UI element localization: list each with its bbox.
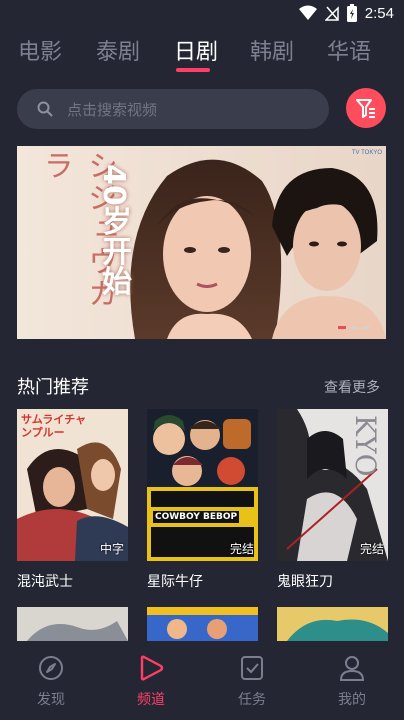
wifi-icon <box>298 5 317 20</box>
poster-title-text: COWBOY BEBOP <box>153 511 240 523</box>
poster-title-text: サムライチャンプルー <box>21 413 87 439</box>
bottom-navigation: 发现 频道 任务 我的 <box>0 641 404 720</box>
status-bar: 2:54 <box>0 0 404 28</box>
poster-image: COWBOY BEBOP 完结 <box>147 409 258 561</box>
battery-charging-icon <box>346 4 357 22</box>
section-title: 热门推荐 <box>17 377 89 398</box>
poster-image <box>277 607 388 641</box>
nav-label: 发现 <box>37 692 65 708</box>
poster-image <box>17 607 128 641</box>
see-more-link[interactable]: 查看更多 <box>324 377 380 397</box>
active-tab-indicator <box>176 68 210 72</box>
pagination-dot <box>338 326 346 329</box>
search-bar[interactable] <box>17 89 329 131</box>
card-title: 星际牛仔 <box>147 574 203 590</box>
nav-label: 我的 <box>338 692 366 708</box>
card-title: 鬼眼狂刀 <box>277 574 333 590</box>
tab-korean-drama[interactable]: 韩剧 <box>250 34 294 66</box>
tab-chinese[interactable]: 华语 <box>327 34 371 66</box>
signal-off-icon <box>324 6 339 21</box>
anime-card-samurai-champloo[interactable]: サムライチャンプルー 中字 混沌武士 <box>17 409 128 591</box>
status-badge: 中字 <box>99 542 124 556</box>
nav-label: 任务 <box>238 692 266 708</box>
status-badge: 完结 <box>229 542 254 556</box>
user-icon <box>339 656 365 681</box>
filter-button[interactable] <box>346 88 386 128</box>
play-icon <box>140 655 164 681</box>
status-time: 2:54 <box>364 4 394 22</box>
pagination-dot <box>350 326 358 329</box>
poster-image: サムライチャンプルー 中字 <box>17 409 128 561</box>
poster-title-text: KYO <box>349 415 382 477</box>
nav-discover[interactable]: 发现 <box>19 655 83 709</box>
nav-label: 频道 <box>137 692 165 708</box>
nav-tasks[interactable]: 任务 <box>220 655 284 709</box>
card-title: 混沌武士 <box>17 574 73 590</box>
featured-banner[interactable]: シジュウカラ 40岁开始 TV TOKYO <box>17 146 386 339</box>
tab-movies[interactable]: 电影 <box>18 34 62 66</box>
anime-card-kyo[interactable]: KYO 完结 鬼眼狂刀 <box>277 409 388 591</box>
poster-image: KYO 完结 <box>277 409 388 561</box>
search-input[interactable] <box>65 89 319 131</box>
nav-profile[interactable]: 我的 <box>320 655 384 709</box>
search-icon <box>37 101 53 117</box>
nav-channel[interactable]: 频道 <box>119 655 183 709</box>
anime-card-partial[interactable] <box>277 607 388 641</box>
pagination-dot <box>362 326 370 329</box>
anime-card-partial[interactable] <box>147 607 258 641</box>
anime-card-partial[interactable] <box>17 607 128 641</box>
filter-icon <box>356 99 375 118</box>
task-check-icon <box>241 656 263 680</box>
banner-pagination <box>338 326 370 329</box>
banner-cn-title: 40岁开始 <box>96 164 131 296</box>
poster-image <box>147 607 258 641</box>
banner-logo: TV TOKYO <box>351 150 382 156</box>
tab-thai-drama[interactable]: 泰剧 <box>96 34 140 66</box>
status-icons: 2:54 <box>298 4 394 22</box>
tab-japanese-drama[interactable]: 日剧 <box>174 34 218 66</box>
status-badge: 完结 <box>359 542 384 556</box>
compass-icon <box>39 656 63 680</box>
anime-card-cowboy-bebop[interactable]: COWBOY BEBOP 完结 星际牛仔 <box>147 409 258 591</box>
